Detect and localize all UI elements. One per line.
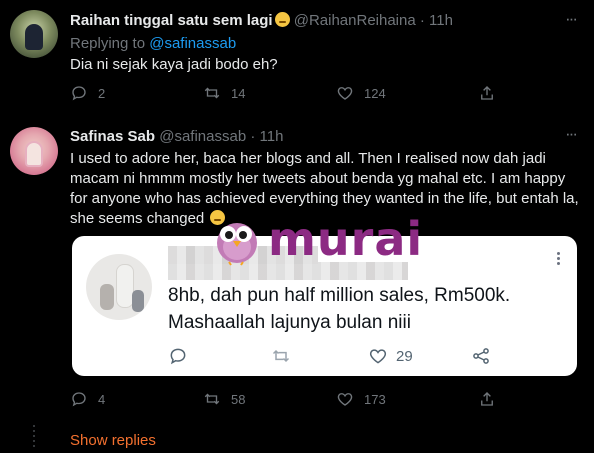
vertical-more-icon [557, 252, 561, 267]
embedded-share-icon [471, 346, 499, 366]
separator-dot: · [419, 12, 425, 29]
share-button[interactable] [478, 84, 506, 102]
embedded-tweet-text: 8hb, dah pun half million sales, Rm500k.… [168, 285, 511, 333]
relieved-face-emoji-icon [274, 12, 290, 27]
replying-to-label: Replying to [70, 35, 146, 52]
murai-logo-text: murai [268, 212, 424, 266]
share-button[interactable] [478, 390, 506, 408]
more-options-icon[interactable]: ··· [565, 9, 578, 29]
like-count: 124 [364, 85, 386, 101]
embedded-like-count: 29 [396, 347, 413, 365]
reply-button[interactable]: 4 [70, 390, 105, 408]
thread-connector-dots [33, 425, 35, 453]
heart-icon [337, 87, 353, 100]
replying-to: Replying to @safinassab [70, 35, 236, 52]
retweet-button[interactable]: 58 [203, 390, 245, 408]
embedded-like: 29 [368, 346, 413, 366]
tweet-actions: 2 14 124 [70, 84, 500, 106]
reply-icon [72, 86, 86, 101]
reply-count: 4 [98, 391, 106, 407]
reply-icon [72, 392, 86, 407]
timestamp[interactable]: 11h [260, 128, 284, 145]
tweet-header: Raihan tinggal satu sem lagi @RaihanReih… [70, 12, 453, 29]
display-name[interactable]: Raihan tinggal satu sem lagi [70, 12, 273, 29]
share-icon [481, 86, 493, 100]
murai-watermark-logo: murai [213, 212, 422, 268]
share-icon [481, 392, 493, 406]
separator-dot: · [250, 128, 256, 145]
heart-icon [337, 393, 353, 406]
tweet-header: Safinas Sab @safinassab · 11h [70, 128, 283, 145]
retweet-button[interactable]: 14 [203, 84, 245, 102]
tweet-actions: 4 58 173 [70, 390, 500, 412]
user-handle[interactable]: @safinassab [159, 128, 246, 145]
timestamp[interactable]: 11h [429, 12, 453, 29]
like-count: 173 [364, 391, 386, 407]
user-handle[interactable]: @RaihanReihaina [294, 12, 416, 29]
like-button[interactable]: 173 [336, 390, 386, 408]
reply-count: 2 [98, 85, 106, 101]
reply-tweet-raihan[interactable]: Raihan tinggal satu sem lagi @RaihanReih… [0, 0, 594, 113]
embedded-reply-icon [168, 346, 196, 366]
embedded-avatar [86, 254, 152, 320]
embedded-retweet-icon [271, 346, 299, 366]
avatar[interactable] [10, 10, 58, 58]
tweet-text: Dia ni sejak kaya jadi bodo eh? [70, 56, 278, 73]
embedded-heart-icon [369, 349, 387, 364]
reply-button[interactable]: 2 [70, 84, 105, 102]
retweet-count: 14 [231, 85, 246, 101]
bird-mascot-icon [217, 223, 257, 266]
like-button[interactable]: 124 [336, 84, 386, 102]
show-replies-link[interactable]: Show replies [70, 432, 156, 449]
retweet-count: 58 [231, 391, 246, 407]
retweet-icon [204, 393, 220, 405]
embedded-actions: 29 [168, 346, 498, 368]
more-options-icon[interactable]: ··· [565, 124, 578, 144]
display-name[interactable]: Safinas Sab [70, 128, 155, 145]
retweet-icon [204, 87, 220, 99]
avatar[interactable] [10, 127, 58, 175]
replying-to-mention[interactable]: @safinassab [149, 35, 236, 52]
